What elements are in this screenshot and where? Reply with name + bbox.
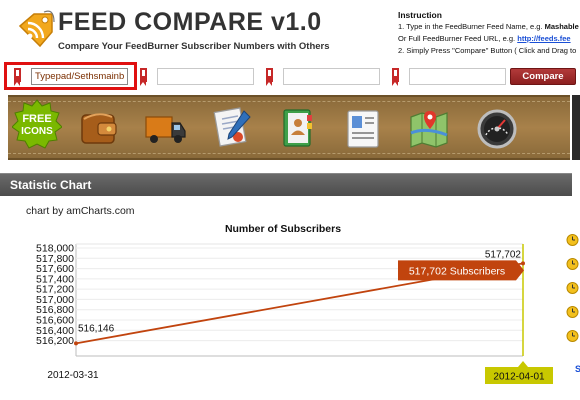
- instruction-line-2: Or Full FeedBurner Feed URL, e.g. http:/…: [398, 33, 580, 45]
- instruction-line-2-text: Or Full FeedBurner Feed URL, e.g.: [398, 34, 516, 43]
- compare-button[interactable]: Compare: [510, 68, 576, 85]
- data-label: 516,146: [78, 323, 115, 334]
- instruction-heading: Instruction: [398, 10, 442, 20]
- free-icons-badge: FREE ICONS: [12, 99, 62, 149]
- instruction-line-1: 1. Type in the FeedBurner Feed Name, e.g…: [398, 21, 580, 33]
- y-tick-label: 516,200: [36, 335, 74, 347]
- data-label: 517,702: [485, 249, 522, 260]
- wallet-icon: [81, 113, 117, 144]
- instruction-example-link[interactable]: http://feeds.fee: [517, 34, 570, 43]
- instruction-line-1-text: 1. Type in the FeedBurner Feed Name, e.g…: [398, 22, 543, 31]
- alarm-clock-icon[interactable]: [565, 232, 580, 247]
- subscribers-chart[interactable]: Number of Subscribers 518,000517,800517,…: [0, 218, 560, 400]
- instruction-box: Instruction 1. Type in the FeedBurner Fe…: [398, 9, 580, 57]
- instruction-example: Mashable: [544, 22, 579, 31]
- chart-y-axis: 518,000517,800517,600517,400517,200517,0…: [36, 243, 74, 348]
- free-icons-banner[interactable]: FREE ICONS: [8, 95, 570, 160]
- feed-compare-page: FEED COMPARE v1.0 Compare Your FeedBurne…: [0, 0, 580, 400]
- chart-title: Number of Subscribers: [225, 223, 341, 235]
- alarm-clock-icon[interactable]: [565, 304, 580, 319]
- chart-x-axis: 2012-03-31 2012-04-01: [47, 361, 553, 384]
- alarm-clock-icon[interactable]: [565, 280, 580, 295]
- active-feed-highlight: [4, 62, 137, 90]
- alarm-clock-icon[interactable]: [565, 328, 580, 343]
- chart-data-labels: 516,146 517,702 517,702 Subscribers: [78, 249, 524, 334]
- data-point: [74, 341, 78, 346]
- badge-line-1: FREE: [22, 113, 51, 125]
- feed-input-3[interactable]: [283, 68, 380, 85]
- delivery-truck-icon: [145, 116, 186, 143]
- x-tick-label: 2012-03-31: [47, 370, 99, 381]
- alarm-clock-icon[interactable]: [565, 256, 580, 271]
- bookmark-icon: [140, 68, 147, 86]
- app-subtitle: Compare Your FeedBurner Subscriber Numbe…: [58, 41, 330, 52]
- badge-line-2: ICONS: [21, 126, 53, 137]
- x-tick-label: 2012-04-01: [493, 372, 545, 383]
- chart-credit[interactable]: chart by amCharts.com: [26, 205, 135, 217]
- data-point: [521, 261, 525, 266]
- feed-input-2[interactable]: [157, 68, 254, 85]
- app-title: FEED COMPARE v1.0: [58, 8, 322, 36]
- contract-icon: [213, 107, 251, 147]
- value-balloon-text: 517,702 Subscribers: [409, 265, 505, 277]
- id-card-icon: [347, 110, 379, 148]
- bookmark-icon: [266, 68, 273, 86]
- instruction-line-3: 2. Simply Press "Compare" Button ( Click…: [398, 46, 577, 55]
- bookmark-icon: [392, 68, 399, 86]
- feed-input-4[interactable]: [409, 68, 506, 85]
- map-icon: [410, 111, 448, 148]
- right-edge-strip: [572, 95, 580, 160]
- side-partial-text: S: [575, 364, 580, 374]
- address-book-icon: [283, 109, 312, 147]
- statistic-chart-header: Statistic Chart: [0, 173, 572, 196]
- speedometer-icon: [477, 109, 517, 149]
- rss-tag-logo-icon: [18, 10, 55, 48]
